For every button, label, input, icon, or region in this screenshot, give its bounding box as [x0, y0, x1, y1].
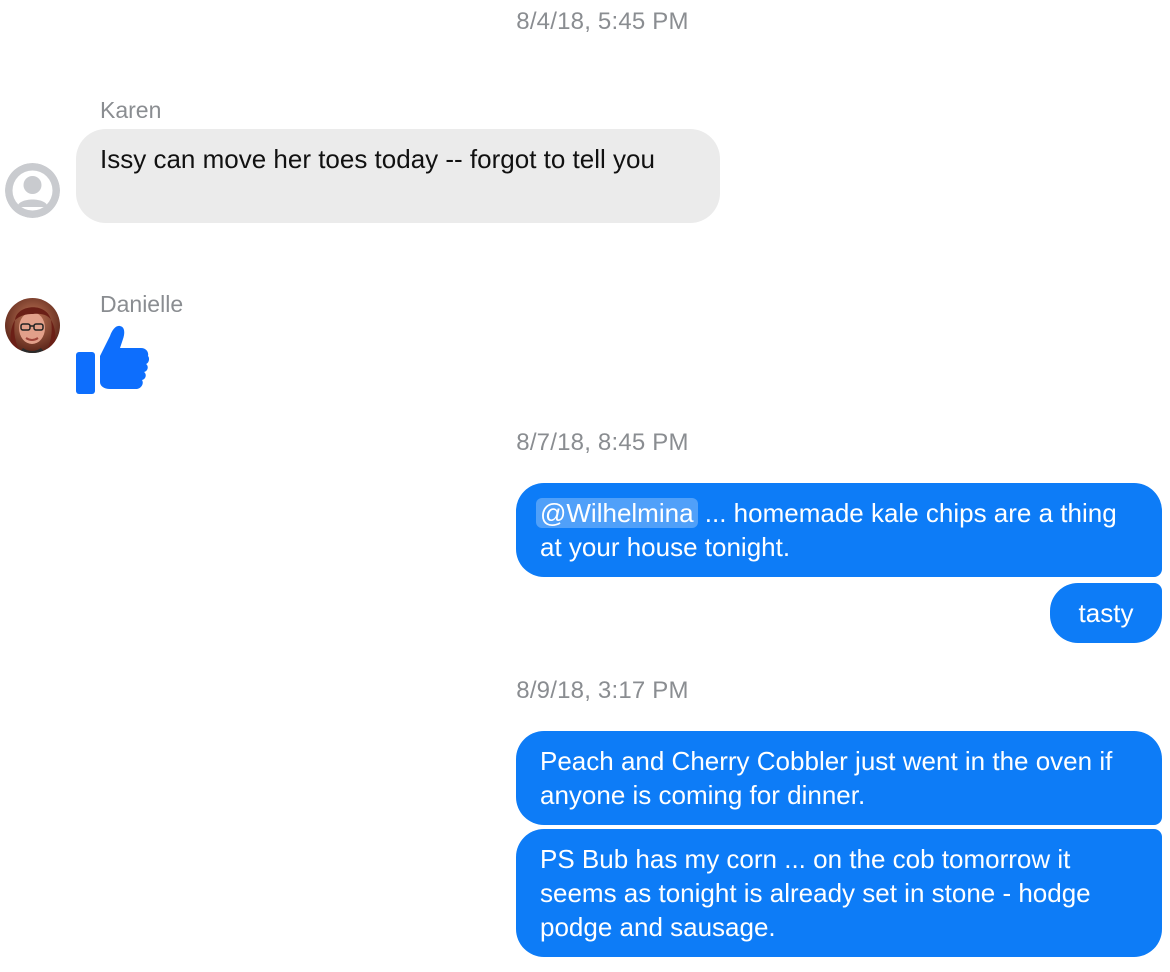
message-text: Peach and Cherry Cobbler just went in th… — [540, 746, 1113, 810]
default-avatar-icon[interactable] — [5, 163, 60, 218]
sender-name-danielle: Danielle — [100, 291, 184, 317]
mention-tag[interactable]: @Wilhelmina — [536, 498, 698, 528]
message-bubble-incoming[interactable]: Issy can move her toes today -- forgot t… — [76, 129, 720, 223]
message-bubble-outgoing[interactable]: PS Bub has my corn ... on the cob tomorr… — [516, 829, 1162, 957]
message-text: tasty — [1078, 598, 1134, 628]
message-text: PS Bub has my corn ... on the cob tomorr… — [540, 844, 1091, 942]
message-bubble-outgoing[interactable]: tasty — [1050, 583, 1162, 643]
message-bubble-outgoing[interactable]: Peach and Cherry Cobbler just went in th… — [516, 731, 1162, 825]
message-text: Issy can move her toes today -- forgot t… — [100, 144, 655, 174]
timestamp-divider: 8/9/18, 3:17 PM — [516, 677, 689, 704]
timestamp-divider: 8/7/18, 8:45 PM — [516, 429, 689, 456]
timestamp-divider: 8/4/18, 5:45 PM — [516, 8, 689, 35]
message-bubble-outgoing[interactable]: @Wilhelmina ... homemade kale chips are … — [516, 483, 1162, 577]
avatar[interactable] — [5, 298, 60, 353]
sender-name-karen: Karen — [100, 97, 162, 123]
thumbs-up-like-icon[interactable] — [76, 322, 150, 396]
